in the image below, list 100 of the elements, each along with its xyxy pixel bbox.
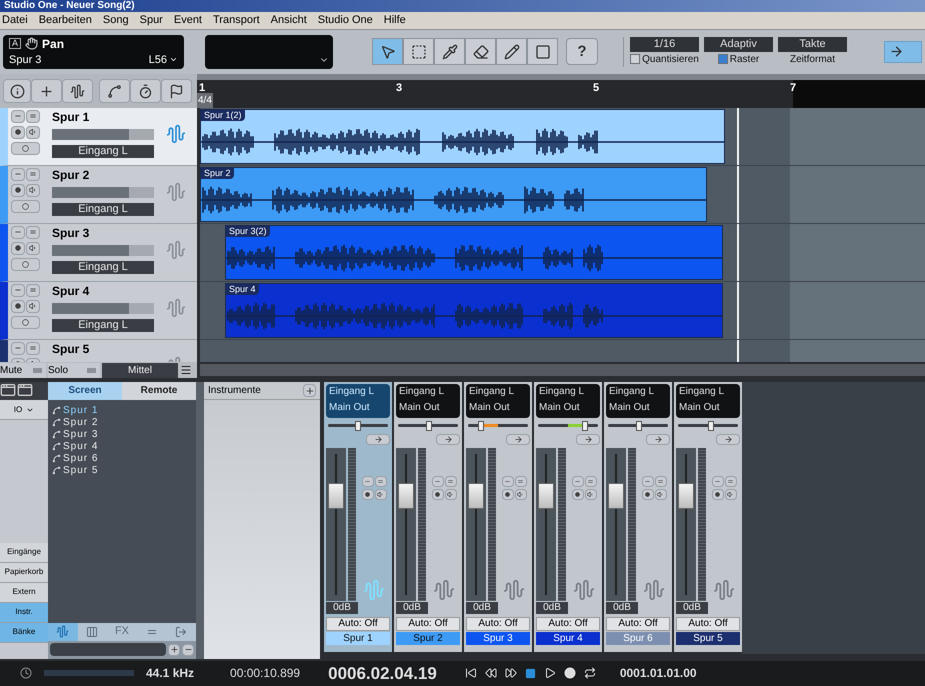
tool-button[interactable] [403, 38, 434, 66]
mute-button[interactable] [11, 342, 25, 355]
audio-clip[interactable]: Spur 4 [225, 282, 723, 338]
track-header[interactable]: Spur 5 [0, 340, 197, 362]
fader-track[interactable] [326, 448, 346, 602]
volume-track[interactable] [52, 128, 154, 140]
browser-tab[interactable]: Screen [48, 382, 122, 400]
mixer-channel[interactable]: Eingang L Main Out 0dB Auto: Off Spur 4 [534, 382, 602, 652]
fader-track[interactable] [396, 448, 416, 602]
solo-button[interactable] [584, 476, 596, 488]
menu-item[interactable]: Spur [140, 12, 163, 29]
rewind-icon[interactable] [484, 667, 497, 680]
automation-mode-button[interactable]: Auto: Off [326, 617, 390, 632]
pan-thumb[interactable] [355, 421, 361, 432]
monitor-button[interactable] [26, 184, 40, 197]
browser-view-tab[interactable] [166, 622, 196, 640]
menu-icon[interactable] [180, 364, 192, 376]
solo-button[interactable] [654, 476, 666, 488]
channel-mode-button[interactable] [11, 142, 40, 155]
solo-button[interactable] [26, 110, 40, 123]
solo-button[interactable] [444, 476, 456, 488]
window-icon[interactable] [17, 382, 33, 398]
pan-thumb[interactable] [636, 421, 642, 432]
pan-thumb[interactable] [708, 421, 714, 432]
fader-thumb[interactable] [678, 483, 694, 510]
pan-thumb[interactable] [582, 421, 588, 432]
send-button[interactable] [436, 434, 460, 446]
menu-item[interactable]: Event [174, 12, 202, 29]
menu-item[interactable]: Transport [213, 12, 260, 29]
solo-button[interactable] [374, 476, 386, 488]
record-button[interactable] [11, 300, 25, 313]
add-instrument-button[interactable] [303, 384, 316, 398]
audio-clip[interactable]: Spur 3(2) [225, 224, 723, 280]
audio-button[interactable] [62, 79, 93, 104]
record-button[interactable] [11, 126, 25, 139]
side-tab[interactable]: Eingänge [0, 542, 48, 562]
horizontal-scrollbar[interactable] [200, 364, 925, 376]
channel-name[interactable]: Spur 4 [536, 632, 600, 646]
mute-button[interactable] [11, 110, 25, 123]
solo-button[interactable] [26, 168, 40, 181]
volume-track[interactable] [52, 186, 154, 198]
fader-thumb[interactable] [328, 483, 344, 510]
send-button[interactable] [366, 434, 390, 446]
channel-mode-button[interactable] [11, 258, 40, 271]
fader-thumb[interactable] [398, 483, 414, 510]
menu-item[interactable]: Ansicht [270, 12, 307, 29]
loop-icon[interactable] [584, 667, 596, 680]
tempo-button[interactable] [130, 79, 161, 104]
record-button[interactable] [362, 489, 374, 500]
automation-mode-badge[interactable]: A [9, 38, 22, 50]
audio-clip[interactable]: Spur 1(2) [200, 108, 725, 164]
send-button[interactable] [646, 434, 670, 446]
monitor-button[interactable] [374, 489, 386, 500]
monitor-button[interactable] [26, 242, 40, 255]
send-button[interactable] [716, 434, 740, 446]
automation-mode-button[interactable]: Auto: Off [466, 617, 530, 632]
add-button[interactable] [168, 644, 180, 656]
fader-thumb[interactable] [538, 483, 554, 510]
mixer-channel[interactable]: Eingang L Main Out 0dB Auto: Off Spur 1 [324, 382, 392, 652]
tool-button[interactable] [527, 38, 558, 66]
channel-name[interactable]: Spur 3 [466, 632, 530, 646]
solo-button[interactable] [26, 342, 40, 355]
fader-track[interactable] [676, 448, 696, 602]
automation-mode-button[interactable]: Auto: Off [396, 617, 460, 632]
volume-track[interactable] [52, 302, 154, 314]
solo-all-button[interactable]: Solo [48, 362, 100, 378]
track-header[interactable]: Spur 2 Eingang L [0, 166, 197, 224]
browser-tab[interactable]: Remote [122, 382, 196, 400]
record-button[interactable] [642, 489, 654, 500]
pan-thumb[interactable] [426, 421, 432, 432]
solo-button[interactable] [26, 284, 40, 297]
preset-field[interactable] [50, 643, 166, 656]
pan-slider[interactable] [678, 421, 738, 432]
side-tab[interactable]: IO [0, 400, 48, 420]
track-header[interactable]: Spur 4 Eingang L [0, 282, 197, 340]
info-button[interactable] [3, 79, 31, 104]
record-button[interactable] [11, 242, 25, 255]
fader-track[interactable] [466, 448, 486, 602]
pan-slider[interactable] [608, 421, 668, 432]
send-button[interactable] [576, 434, 600, 446]
window-icon[interactable] [0, 382, 16, 398]
io-display[interactable]: Eingang L Main Out [606, 384, 670, 418]
record-icon[interactable] [564, 667, 576, 680]
fast-forward-icon[interactable] [504, 667, 517, 680]
mixer-channel[interactable]: Eingang L Main Out 0dB Auto: Off Spur 3 [464, 382, 532, 652]
mixer-channel[interactable]: Eingang L Main Out 0dB Auto: Off Spur 2 [394, 382, 462, 652]
record-button[interactable] [712, 489, 724, 500]
channel-name[interactable]: Spur 2 [396, 632, 460, 646]
pan-slider[interactable] [328, 421, 388, 432]
io-display[interactable]: Eingang L Main Out [326, 384, 390, 418]
monitor-button[interactable] [514, 489, 526, 500]
solo-button[interactable] [26, 226, 40, 239]
solo-button[interactable] [724, 476, 736, 488]
side-tab[interactable]: Instr. [0, 602, 48, 622]
pan-slider[interactable] [538, 421, 598, 432]
automation-button[interactable] [99, 79, 130, 104]
pan-thumb[interactable] [478, 421, 484, 432]
menu-item[interactable]: Studio One [318, 12, 373, 29]
channel-name[interactable]: Spur 1 [326, 632, 390, 646]
toggle-checkbox[interactable] [718, 54, 728, 64]
